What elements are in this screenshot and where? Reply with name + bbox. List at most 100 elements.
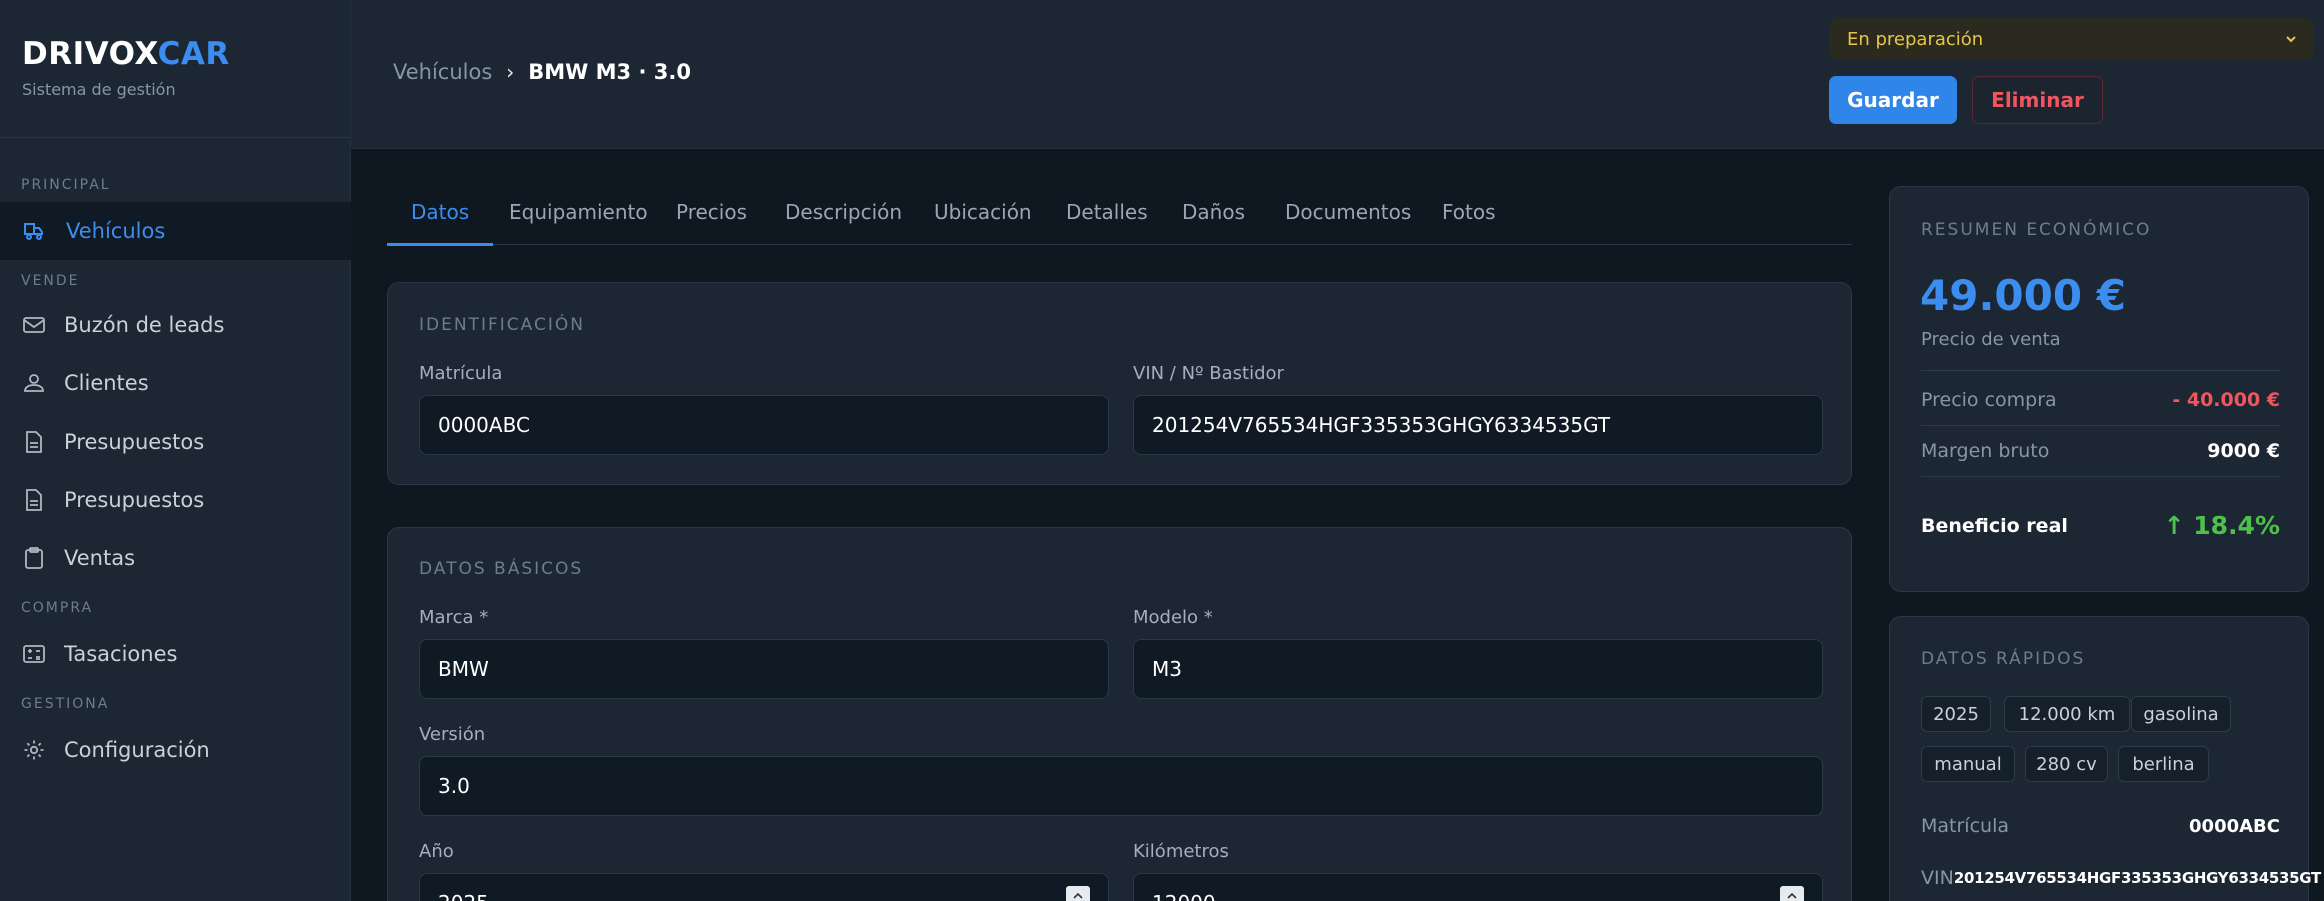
chip-year: 2025 — [1921, 696, 1991, 732]
tab-ubicacion[interactable]: Ubicación — [934, 200, 1032, 245]
version-input[interactable]: 3.0 — [419, 756, 1823, 816]
section-title: DATOS RÁPIDOS — [1921, 649, 2086, 669]
quick-plate-value: 0000ABC — [2189, 815, 2280, 837]
tab-fotos[interactable]: Fotos — [1442, 200, 1496, 245]
section-gestiona: GESTIONA — [21, 696, 110, 712]
identificacion-card: IDENTIFICACIÓN Matrícula 0000ABC VIN / N… — [387, 282, 1852, 485]
quick-plate-row: Matrícula 0000ABC — [1921, 815, 2280, 837]
breadcrumb: Vehículos › BMW M3 · 3.0 — [393, 60, 691, 84]
chip-km: 12.000 km — [2004, 696, 2130, 732]
brand: DRIVOXCAR Sistema de gestión — [0, 0, 350, 138]
truck-icon — [22, 219, 46, 243]
anio-input[interactable]: 2025 — [419, 873, 1109, 901]
section-title: IDENTIFICACIÓN — [419, 315, 585, 335]
tab-precios[interactable]: Precios — [676, 200, 747, 245]
document-icon — [22, 430, 46, 454]
datos-rapidos-card: DATOS RÁPIDOS 2025 12.000 km gasolina ma… — [1889, 616, 2321, 901]
brand-logo[interactable]: DRIVOXCAR — [22, 36, 328, 72]
document-icon — [22, 488, 46, 512]
chip-fuel: gasolina — [2131, 696, 2231, 732]
sidebar-item-tasaciones[interactable]: Tasaciones — [0, 625, 351, 683]
sidebar-item-label: Vehículos — [66, 219, 166, 243]
sidebar-item-ventas[interactable]: Ventas — [0, 529, 351, 587]
brand-name-part1: DRIVOX — [22, 36, 158, 72]
chip-power: 280 cv — [2025, 746, 2108, 782]
chevron-down-icon — [2284, 30, 2298, 51]
tab-equipamiento[interactable]: Equipamiento — [509, 200, 648, 245]
real-profit-row: Beneficio real ↑ 18.4% — [1921, 511, 2280, 540]
sidebar-item-label: Buzón de leads — [64, 313, 225, 337]
divider — [1921, 425, 2280, 426]
chip-body: berlina — [2118, 746, 2209, 782]
purchase-price-row: Precio compra - 40.000 € — [1921, 389, 2280, 411]
marca-label: Marca * — [419, 607, 489, 628]
breadcrumb-parent[interactable]: Vehículos — [393, 60, 492, 84]
divider — [1921, 476, 2280, 477]
sidebar-item-clientes[interactable]: Clientes — [0, 354, 351, 412]
sale-price: 49.000 € — [1920, 271, 2126, 320]
sidebar-item-leads[interactable]: Buzón de leads — [0, 296, 351, 354]
tab-documentos[interactable]: Documentos — [1285, 200, 1411, 245]
real-profit-value: ↑ 18.4% — [2163, 511, 2280, 540]
tab-bar: Datos Equipamiento Precios Descripción U… — [386, 190, 1852, 246]
sidebar-item-configuracion[interactable]: Configuración — [0, 721, 351, 779]
section-compra: COMPRA — [21, 600, 94, 616]
real-profit-label: Beneficio real — [1921, 514, 2068, 537]
tab-detalles[interactable]: Detalles — [1066, 200, 1148, 245]
matricula-input[interactable]: 0000ABC — [419, 395, 1109, 455]
quick-vin-label: VIN — [1921, 867, 1954, 889]
sidebar-item-label: Configuración — [64, 738, 210, 762]
purchase-price-label: Precio compra — [1921, 389, 2057, 411]
quick-plate-label: Matrícula — [1921, 815, 2009, 837]
gross-margin-value: 9000 € — [2207, 440, 2280, 462]
save-button[interactable]: Guardar — [1829, 76, 1957, 124]
gross-margin-label: Margen bruto — [1921, 440, 2050, 462]
chip-transmission: manual — [1921, 746, 2015, 782]
section-title: RESUMEN ECONÓMICO — [1921, 220, 2152, 240]
section-vende: VENDE — [21, 273, 80, 289]
users-icon — [22, 371, 46, 395]
brand-subtitle: Sistema de gestión — [22, 80, 176, 99]
sidebar-item-presupuestos[interactable]: Presupuestos — [0, 413, 351, 471]
purchase-price-value: - 40.000 € — [2172, 389, 2280, 411]
mail-icon — [22, 313, 46, 337]
clipboard-icon — [22, 546, 46, 570]
status-select[interactable]: En preparación — [1829, 18, 2314, 60]
quick-vin-row: VIN 201254V765534HGF335353GHGY6334535GT — [1921, 867, 2321, 889]
number-stepper-icon[interactable] — [1066, 886, 1090, 901]
section-title: DATOS BÁSICOS — [419, 559, 584, 579]
breadcrumb-separator: › — [506, 60, 515, 84]
status-select-value: En preparación — [1847, 28, 1984, 50]
sidebar-item-label: Presupuestos — [64, 430, 205, 454]
matricula-label: Matrícula — [419, 363, 503, 384]
sidebar-item-label: Clientes — [64, 371, 149, 395]
gross-margin-row: Margen bruto 9000 € — [1921, 440, 2280, 462]
sidebar-item-presupuestos-2[interactable]: Presupuestos — [0, 471, 351, 529]
sidebar-item-label: Tasaciones — [64, 642, 178, 666]
modelo-label: Modelo * — [1133, 607, 1213, 628]
anio-value: 2025 — [438, 891, 489, 901]
tab-danos[interactable]: Daños — [1182, 200, 1245, 245]
sidebar-item-vehiculos[interactable]: Vehículos — [0, 202, 351, 260]
gear-icon — [22, 738, 46, 762]
topbar: Vehículos › BMW M3 · 3.0 En preparación … — [351, 0, 2324, 149]
marca-input[interactable]: BMW — [419, 639, 1109, 699]
sidebar-item-label: Presupuestos — [64, 488, 205, 512]
anio-label: Año — [419, 841, 454, 862]
tab-descripcion[interactable]: Descripción — [785, 200, 902, 245]
brand-name-part2: CAR — [157, 36, 230, 72]
divider — [1921, 370, 2280, 371]
delete-button[interactable]: Eliminar — [1972, 76, 2103, 124]
modelo-input[interactable]: M3 — [1133, 639, 1823, 699]
sidebar-item-label: Ventas — [64, 546, 136, 570]
km-input[interactable]: 12000 — [1133, 873, 1823, 901]
vin-input[interactable]: 201254V765534HGF335353GHGY6334535GT — [1133, 395, 1823, 455]
vin-label: VIN / Nº Bastidor — [1133, 363, 1284, 384]
number-stepper-icon[interactable] — [1780, 886, 1804, 901]
resumen-economico-card: RESUMEN ECONÓMICO 49.000 € Precio de ven… — [1889, 186, 2309, 592]
tab-datos[interactable]: Datos — [386, 200, 494, 246]
quick-vin-value: 201254V765534HGF335353GHGY6334535GT — [1953, 869, 2321, 887]
sidebar: DRIVOXCAR Sistema de gestión PRINCIPAL V… — [0, 0, 351, 901]
sale-price-label: Precio de venta — [1921, 329, 2061, 350]
section-principal: PRINCIPAL — [21, 177, 111, 193]
